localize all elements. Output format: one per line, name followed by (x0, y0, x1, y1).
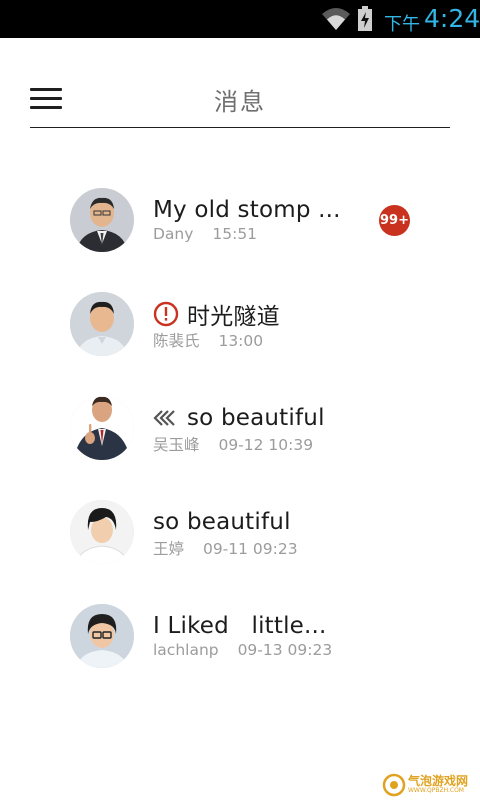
message-title: so beautiful (187, 405, 325, 431)
message-sender: 陈裴氏 (153, 332, 200, 350)
message-meta: lachlanp 09-13 09:23 (153, 641, 332, 659)
header-divider (30, 127, 450, 128)
message-sender: 王婷 (153, 540, 185, 558)
message-time: 15:51 (212, 225, 258, 243)
watermark-subtext: WWW.QPBZH.COM (408, 787, 464, 794)
status-ampm: 下午 (384, 14, 420, 35)
message-title-row: 时光隧道 (153, 300, 280, 330)
message-meta: 吴玉峰 09-12 10:39 (153, 433, 313, 455)
message-item[interactable]: 时光隧道 陈裴氏 13:00 (0, 272, 480, 362)
alert-circle-icon (153, 301, 179, 327)
message-title: I Liked little... (153, 613, 327, 639)
message-title-row: I Liked little... (153, 612, 327, 640)
message-title: so beautiful (153, 509, 291, 535)
message-meta: Dany 15:51 (153, 225, 257, 243)
watermark-logo-icon (382, 773, 406, 797)
message-title-row: so beautiful (153, 404, 325, 432)
status-time: 4:24 (424, 4, 480, 33)
wifi-icon (322, 8, 350, 30)
app-header: 消息 (0, 38, 480, 130)
page-title: 消息 (214, 88, 266, 116)
message-item[interactable]: I Liked little... lachlanp 09-13 09:23 (0, 584, 480, 674)
message-item[interactable]: so beautiful 吴玉峰 09-12 10:39 (0, 376, 480, 466)
message-item[interactable]: My old stomp ... Dany 15:51 99+ (0, 168, 480, 258)
avatar (70, 604, 134, 668)
message-sender: Dany (153, 225, 194, 243)
avatar (70, 500, 134, 564)
message-sender: lachlanp (153, 641, 219, 659)
message-title-row: My old stomp ... (153, 196, 341, 224)
message-meta: 王婷 09-11 09:23 (153, 537, 298, 559)
unread-badge: 99+ (379, 205, 410, 236)
avatar (70, 292, 134, 356)
message-title-row: so beautiful (153, 508, 291, 536)
message-item[interactable]: so beautiful 王婷 09-11 09:23 (0, 480, 480, 570)
status-bar: 下午 4:24 (0, 0, 480, 38)
watermark: 气泡游戏网 WWW.QPBZH.COM (380, 770, 480, 800)
message-title: My old stomp ... (153, 197, 341, 223)
message-meta: 陈裴氏 13:00 (153, 329, 263, 351)
avatar (70, 396, 134, 460)
message-time: 09-13 09:23 (237, 641, 333, 659)
avatar (70, 188, 134, 252)
double-chevron-left-icon (153, 410, 175, 426)
message-time: 09-11 09:23 (202, 540, 298, 558)
message-time: 13:00 (218, 332, 264, 350)
message-title: 时光隧道 (187, 304, 280, 330)
battery-charging-icon (358, 6, 372, 31)
message-time: 09-12 10:39 (218, 436, 314, 454)
message-sender: 吴玉峰 (153, 436, 200, 454)
